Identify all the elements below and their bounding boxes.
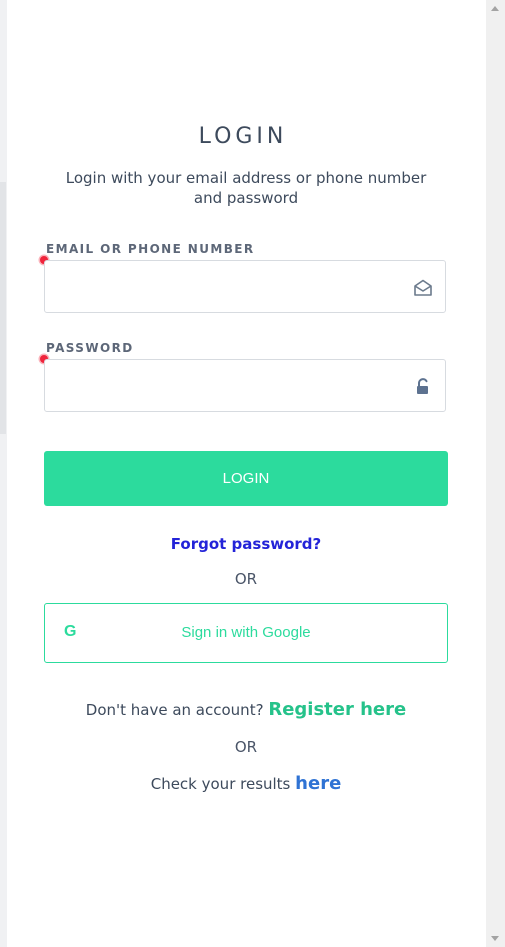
page-subtitle: Login with your email address or phone n… <box>65 169 427 207</box>
email-field-container <box>44 260 446 313</box>
password-field-container <box>44 359 446 412</box>
envelope-open-icon <box>414 279 432 296</box>
page-title: LOGIN <box>198 124 288 149</box>
register-prompt: Don't have an account? Register here <box>0 699 492 720</box>
register-link[interactable]: Register here <box>268 699 406 720</box>
google-signin-label: Sign in with Google <box>181 624 311 641</box>
scroll-down-arrow-icon[interactable] <box>491 936 499 941</box>
forgot-password-link[interactable]: Forgot password? <box>0 535 492 553</box>
password-label: PASSWORD <box>46 341 134 355</box>
vertical-scrollbar[interactable] <box>486 0 505 947</box>
left-edge-shade <box>0 182 6 434</box>
email-label: EMAIL OR PHONE NUMBER <box>46 242 255 256</box>
scroll-up-arrow-icon[interactable] <box>491 6 499 11</box>
results-prompt: Check your results here <box>0 773 492 794</box>
email-field[interactable] <box>45 261 423 312</box>
unlock-icon <box>417 378 428 394</box>
password-field[interactable] <box>45 360 423 411</box>
login-button[interactable]: LOGIN <box>44 451 448 506</box>
or-divider: OR <box>234 570 258 588</box>
no-account-text: Don't have an account? <box>85 701 264 719</box>
results-link[interactable]: here <box>295 773 341 794</box>
results-text: Check your results <box>150 775 291 793</box>
google-signin-button[interactable]: G Sign in with Google <box>44 603 448 663</box>
or-divider: OR <box>234 738 258 756</box>
